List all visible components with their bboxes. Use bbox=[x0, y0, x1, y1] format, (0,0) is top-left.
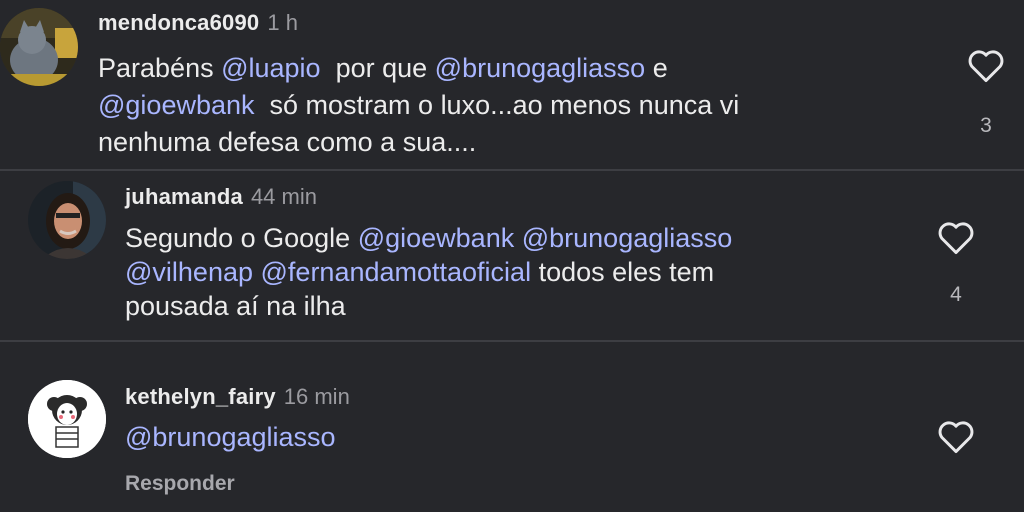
cartoon-girl-avatar-icon bbox=[28, 380, 106, 458]
comment-item: kethelyn_fairy 16 min @brunogagliasso Res… bbox=[0, 342, 1024, 512]
text-segment bbox=[253, 257, 261, 287]
like-button[interactable] bbox=[936, 219, 976, 255]
text-segment: Parabéns bbox=[98, 53, 222, 83]
comment-meta: kethelyn_fairy 16 min bbox=[125, 384, 350, 410]
text-line: @vilhenap @fernandamottaoficial todos el… bbox=[125, 255, 732, 289]
username[interactable]: mendonca6090 bbox=[98, 10, 259, 35]
text-segment: Segundo o Google bbox=[125, 223, 358, 253]
comment-text: @brunogagliasso bbox=[125, 420, 336, 454]
like-button[interactable] bbox=[936, 418, 976, 454]
comment-meta: mendonca6090 1 h bbox=[98, 10, 298, 36]
comment-text: Segundo o Google @gioewbank @brunogaglia… bbox=[125, 221, 732, 323]
like-count: 3 bbox=[980, 114, 992, 137]
text-segment: e bbox=[645, 53, 668, 83]
text-line: @gioewbank só mostram o luxo...ao menos … bbox=[98, 87, 739, 124]
text-segment: pousada aí na ilha bbox=[125, 291, 346, 321]
text-segment: só mostram o luxo...ao menos nunca vi bbox=[254, 90, 740, 120]
text-segment: por que bbox=[320, 53, 435, 83]
mention-link[interactable]: @brunogagliasso bbox=[125, 422, 336, 452]
text-segment: todos eles tem bbox=[531, 257, 715, 287]
like-button[interactable] bbox=[966, 47, 1006, 83]
timestamp: 44 min bbox=[250, 184, 317, 209]
heart-outline-icon[interactable] bbox=[966, 47, 1006, 83]
woman-avatar-icon bbox=[28, 181, 106, 259]
avatar[interactable] bbox=[28, 181, 106, 259]
mention-link[interactable]: @fernandamottaoficial bbox=[261, 257, 532, 287]
text-line: Parabéns @luapio por que @brunogagliasso… bbox=[98, 50, 739, 87]
reply-button[interactable]: Responder bbox=[125, 472, 235, 496]
text-line: @brunogagliasso bbox=[125, 420, 336, 454]
username[interactable]: kethelyn_fairy bbox=[125, 384, 276, 409]
text-line: nenhuma defesa como a sua.... bbox=[98, 124, 739, 161]
avatar[interactable] bbox=[0, 8, 78, 86]
username[interactable]: juhamanda bbox=[125, 184, 243, 209]
comment-text: Parabéns @luapio por que @brunogagliasso… bbox=[98, 50, 739, 161]
mention-link[interactable]: @luapio bbox=[221, 53, 320, 83]
comments-screen: mendonca6090 1 h Parabéns @luapio por que… bbox=[0, 0, 1024, 512]
heart-outline-icon[interactable] bbox=[936, 418, 976, 454]
timestamp: 1 h bbox=[267, 10, 298, 35]
avatar[interactable] bbox=[28, 380, 106, 458]
mention-link[interactable]: @gioewbank bbox=[98, 90, 255, 120]
text-segment: nenhuma defesa como a sua.... bbox=[98, 127, 477, 157]
like-count: 4 bbox=[950, 283, 962, 306]
comment-meta: juhamanda 44 min bbox=[125, 184, 317, 210]
text-segment bbox=[514, 223, 522, 253]
mention-link[interactable]: @gioewbank bbox=[358, 223, 515, 253]
timestamp: 16 min bbox=[283, 384, 350, 409]
cat-avatar-icon bbox=[0, 8, 78, 86]
heart-outline-icon[interactable] bbox=[936, 219, 976, 255]
mention-link[interactable]: @vilhenap bbox=[125, 257, 253, 287]
mention-link[interactable]: @brunogagliasso bbox=[522, 223, 733, 253]
comment-item: juhamanda 44 min Segundo o Google @gioewb… bbox=[0, 171, 1024, 341]
mention-link[interactable]: @brunogagliasso bbox=[435, 53, 646, 83]
text-line: Segundo o Google @gioewbank @brunogaglia… bbox=[125, 221, 732, 255]
text-line: pousada aí na ilha bbox=[125, 289, 732, 323]
comment-item: mendonca6090 1 h Parabéns @luapio por que… bbox=[0, 0, 1024, 170]
